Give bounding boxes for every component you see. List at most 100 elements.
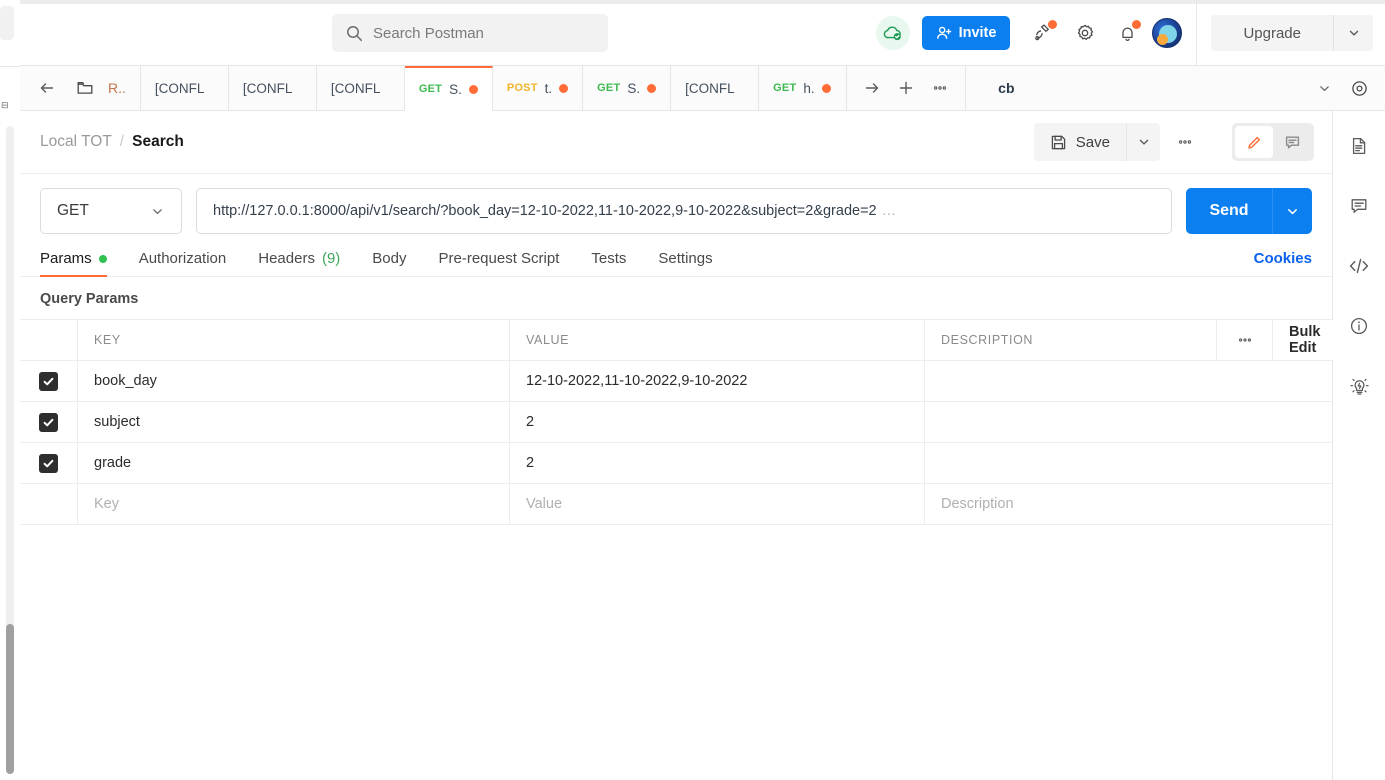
back-button[interactable] xyxy=(32,73,62,103)
request-tab-label: S. xyxy=(449,81,462,97)
request-tab-7[interactable]: GET h. xyxy=(759,66,848,110)
url-text: http://127.0.0.1:8000/api/v1/search/?boo… xyxy=(213,203,877,219)
table-row-placeholder[interactable]: Key Value Description xyxy=(20,484,1333,525)
unsaved-indicator[interactable] xyxy=(559,83,569,93)
request-tab-3[interactable]: GET S. xyxy=(404,66,493,111)
folder-icon xyxy=(76,79,94,97)
query-params-title: Query Params xyxy=(40,291,139,307)
settings-button[interactable] xyxy=(1068,16,1102,50)
header-key: KEY xyxy=(78,320,510,360)
request-tab-6[interactable]: [CONFL xyxy=(671,66,760,110)
tab-params[interactable]: Params xyxy=(40,250,123,277)
tab-options-button[interactable] xyxy=(925,73,955,103)
header-description: DESCRIPTION xyxy=(925,320,1217,360)
row-checkbox-cell xyxy=(20,443,78,483)
breadcrumb-parent[interactable]: Local TOT xyxy=(40,133,112,151)
request-header-row: Local TOT / Search Save xyxy=(20,111,1332,174)
forward-button[interactable] xyxy=(857,73,887,103)
table-options-button[interactable] xyxy=(1217,320,1273,360)
param-description[interactable] xyxy=(925,361,1333,401)
send-options-button[interactable] xyxy=(1272,188,1312,234)
collapse-sidebar-icon[interactable]: ⊟ xyxy=(1,100,11,110)
url-input[interactable]: http://127.0.0.1:8000/api/v1/search/?boo… xyxy=(196,188,1172,234)
new-param-value-input[interactable]: Value xyxy=(510,484,925,524)
new-param-key-input[interactable]: Key xyxy=(78,484,510,524)
tab-headers[interactable]: Headers (9) xyxy=(242,250,356,276)
document-icon xyxy=(1349,136,1369,156)
eye-icon[interactable] xyxy=(1332,79,1369,98)
tabstrip-collection-label[interactable]: R.. xyxy=(108,80,126,96)
request-tab-0[interactable]: [CONFL xyxy=(141,66,229,110)
documentation-button[interactable] xyxy=(1342,129,1376,163)
request-tab-5[interactable]: GET S. xyxy=(583,66,672,110)
request-tab-method: GET xyxy=(418,83,443,95)
param-description[interactable] xyxy=(925,443,1333,483)
notifications-button[interactable] xyxy=(1110,16,1144,50)
param-key[interactable]: grade xyxy=(78,443,510,483)
save-button[interactable]: Save xyxy=(1033,123,1126,161)
send-group: Send xyxy=(1186,188,1312,234)
param-value[interactable]: 2 xyxy=(510,443,925,483)
request-tab-label: S. xyxy=(627,80,641,96)
row-checkbox[interactable] xyxy=(39,412,58,432)
tab-tests[interactable]: Tests xyxy=(575,250,642,276)
edit-mode-button[interactable] xyxy=(1235,126,1273,158)
new-tab-button[interactable] xyxy=(891,73,921,103)
info-button[interactable] xyxy=(1342,309,1376,343)
environment-selector[interactable]: cb xyxy=(966,66,1385,110)
request-tab-label: [CONFL xyxy=(154,80,205,96)
param-value[interactable]: 2 xyxy=(510,402,925,442)
table-row[interactable]: subject 2 xyxy=(20,402,1333,443)
param-value[interactable]: 12-10-2022,11-10-2022,9-10-2022 xyxy=(510,361,925,401)
code-icon xyxy=(1348,256,1370,276)
tab-label: Params xyxy=(40,250,92,267)
request-more-button[interactable] xyxy=(1164,123,1206,161)
lightbulb-icon xyxy=(1349,376,1370,397)
global-search[interactable]: Search Postman xyxy=(332,14,608,52)
send-button[interactable]: Send xyxy=(1186,188,1272,234)
method-selector[interactable]: GET xyxy=(40,188,182,234)
save-options-button[interactable] xyxy=(1126,123,1160,161)
new-param-description-input[interactable]: Description xyxy=(925,484,1333,524)
param-key[interactable]: subject xyxy=(78,402,510,442)
request-tab-4[interactable]: POST t. xyxy=(493,66,584,110)
param-description[interactable] xyxy=(925,402,1333,442)
gear-icon xyxy=(1075,23,1095,43)
comment-mode-button[interactable] xyxy=(1273,126,1311,158)
tab-pre-request-script[interactable]: Pre-request Script xyxy=(423,250,576,276)
bulk-edit-button[interactable]: Bulk Edit xyxy=(1273,320,1333,360)
unsaved-indicator[interactable] xyxy=(821,83,831,93)
avatar[interactable] xyxy=(1152,18,1183,48)
tab-label: Pre-request Script xyxy=(438,250,560,267)
invite-button[interactable]: Invite xyxy=(921,16,1011,50)
param-key[interactable]: book_day xyxy=(78,361,510,401)
tips-button[interactable] xyxy=(1342,369,1376,403)
headers-count-badge: (9) xyxy=(321,250,341,267)
code-snippet-button[interactable] xyxy=(1342,249,1376,283)
tab-body[interactable]: Body xyxy=(356,250,422,276)
upgrade-button[interactable]: Upgrade xyxy=(1211,15,1333,51)
sidebar-scrollbar-thumb[interactable] xyxy=(6,624,14,774)
table-row[interactable]: grade 2 xyxy=(20,443,1333,484)
arrow-left-icon xyxy=(38,79,56,97)
row-checkbox[interactable] xyxy=(39,371,58,391)
chevron-down-icon[interactable] xyxy=(1317,81,1332,96)
user-plus-icon xyxy=(936,25,952,41)
satellite-button[interactable] xyxy=(1026,16,1060,50)
unsaved-indicator[interactable] xyxy=(647,83,657,93)
cookies-link[interactable]: Cookies xyxy=(1254,250,1312,267)
search-input[interactable]: Search Postman xyxy=(373,25,484,42)
request-tab-1[interactable]: [CONFL xyxy=(229,66,317,110)
unsaved-indicator[interactable] xyxy=(468,84,478,94)
request-tab-2[interactable]: [CONFL xyxy=(317,66,405,110)
left-rail-panel-stub xyxy=(0,6,14,40)
upgrade-caret-button[interactable] xyxy=(1333,15,1373,51)
request-tab-strip: R.. [CONFL [CONFL [CONFL GET S. POST t. … xyxy=(20,66,1385,111)
ellipsis-icon xyxy=(1236,331,1254,349)
row-checkbox[interactable] xyxy=(39,453,58,473)
table-row[interactable]: book_day 12-10-2022,11-10-2022,9-10-2022 xyxy=(20,361,1333,402)
comments-button[interactable] xyxy=(1342,189,1376,223)
cloud-sync-status-button[interactable] xyxy=(875,16,910,50)
tab-authorization[interactable]: Authorization xyxy=(123,250,243,276)
tab-settings[interactable]: Settings xyxy=(642,250,728,276)
